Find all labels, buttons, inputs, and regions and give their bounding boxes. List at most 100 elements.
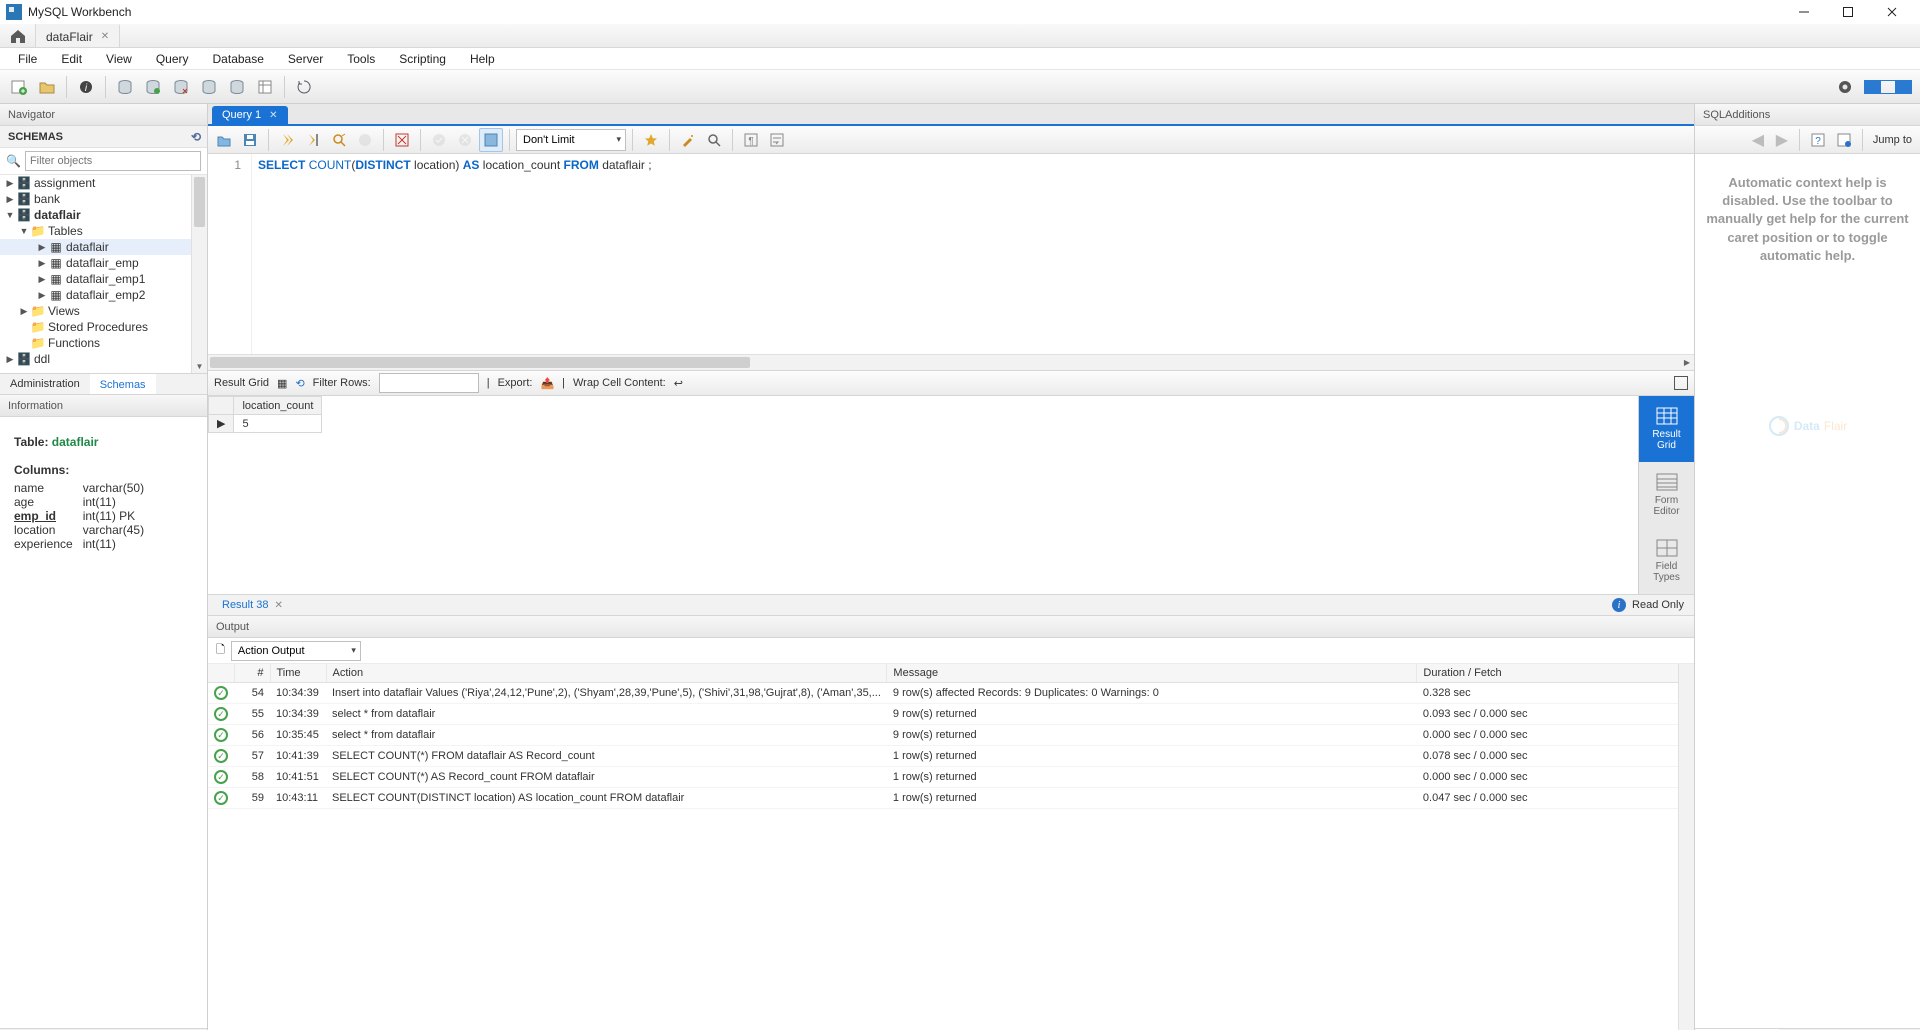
tree-views[interactable]: Views bbox=[46, 304, 80, 318]
grid-view-icon[interactable]: ▦ bbox=[277, 377, 287, 390]
toggle-limit-button[interactable] bbox=[479, 128, 503, 152]
tab-schemas[interactable]: Schemas bbox=[90, 374, 156, 394]
save-button[interactable] bbox=[238, 128, 262, 152]
menu-query[interactable]: Query bbox=[144, 49, 201, 69]
tree-t3[interactable]: dataflair_emp1 bbox=[64, 272, 145, 286]
toggle-invisible-button[interactable]: ¶ bbox=[739, 128, 763, 152]
result-tab-close[interactable]: ✕ bbox=[274, 600, 282, 611]
col-action[interactable]: Action bbox=[326, 664, 887, 683]
beautify-button[interactable] bbox=[676, 128, 700, 152]
menu-scripting[interactable]: Scripting bbox=[387, 49, 458, 69]
connection-tab[interactable]: dataFlair ✕ bbox=[36, 24, 120, 47]
cell-value[interactable]: 5 bbox=[234, 415, 322, 433]
favorite-button[interactable] bbox=[639, 128, 663, 152]
window-minimize-button[interactable] bbox=[1782, 0, 1826, 24]
form-editor-tab[interactable]: Form Editor bbox=[1639, 462, 1695, 528]
open-sql-file-button[interactable] bbox=[34, 74, 60, 100]
export-icon[interactable]: 📤 bbox=[540, 377, 554, 390]
query-tab[interactable]: Query 1✕ bbox=[212, 106, 288, 124]
row-selector[interactable]: ▶ bbox=[209, 415, 234, 433]
wrap-icon[interactable]: ↩ bbox=[674, 377, 683, 390]
result-tab[interactable]: Result 38✕ bbox=[214, 599, 291, 611]
output-scrollbar[interactable] bbox=[1678, 664, 1694, 1030]
window-maximize-button[interactable] bbox=[1826, 0, 1870, 24]
table-icon: ▦ bbox=[48, 256, 64, 270]
menu-database[interactable]: Database bbox=[201, 49, 276, 69]
tree-dataflair[interactable]: dataflair bbox=[32, 208, 81, 222]
menu-tools[interactable]: Tools bbox=[335, 49, 387, 69]
tree-sp[interactable]: Stored Procedures bbox=[46, 320, 148, 334]
explain-button[interactable] bbox=[327, 128, 351, 152]
result-grid-tab[interactable]: Result Grid bbox=[1639, 396, 1695, 462]
result-grid[interactable]: location_count ▶5 bbox=[208, 396, 1638, 594]
tree-t1[interactable]: dataflair bbox=[64, 240, 109, 254]
tree-fn[interactable]: Functions bbox=[46, 336, 100, 350]
db-icon-7-button[interactable] bbox=[291, 74, 317, 100]
filter-rows-input[interactable] bbox=[379, 373, 479, 393]
limit-dropdown[interactable]: Don't Limit bbox=[516, 129, 626, 151]
nav-back-icon[interactable]: ◀ bbox=[1747, 129, 1769, 151]
output-grid[interactable]: # Time Action Message Duration / Fetch ✓… bbox=[208, 664, 1694, 1030]
output-clear-icon[interactable]: 🗋 bbox=[216, 641, 225, 660]
menu-view[interactable]: View bbox=[94, 49, 144, 69]
tab-administration[interactable]: Administration bbox=[0, 374, 90, 394]
refresh-result-icon[interactable]: ⟲ bbox=[295, 377, 304, 390]
filter-objects-input[interactable] bbox=[25, 151, 201, 171]
col-num[interactable]: # bbox=[234, 664, 270, 683]
svg-text:?: ? bbox=[1815, 136, 1821, 147]
connection-tab-close[interactable]: ✕ bbox=[101, 31, 109, 42]
execute-button[interactable] bbox=[275, 128, 299, 152]
col-time[interactable]: Time bbox=[270, 664, 326, 683]
new-sql-tab-button[interactable] bbox=[6, 74, 32, 100]
tree-t2[interactable]: dataflair_emp bbox=[64, 256, 139, 270]
window-close-button[interactable] bbox=[1870, 0, 1914, 24]
editor-code[interactable]: SELECT COUNT(DISTINCT location) AS locat… bbox=[252, 154, 658, 354]
tree-ddl[interactable]: ddl bbox=[32, 352, 50, 366]
jump-to-label[interactable]: Jump to bbox=[1869, 134, 1916, 146]
help-icon-button[interactable]: ? bbox=[1806, 128, 1830, 152]
pane-toggle[interactable] bbox=[1864, 80, 1912, 94]
open-file-button[interactable] bbox=[212, 128, 236, 152]
sql-editor[interactable]: 1 SELECT COUNT(DISTINCT location) AS loc… bbox=[208, 154, 1694, 354]
tree-assignment[interactable]: assignment bbox=[32, 176, 95, 190]
rollback-button[interactable] bbox=[453, 128, 477, 152]
toggle-autocommit-button[interactable] bbox=[390, 128, 414, 152]
output-type-dropdown[interactable]: Action Output bbox=[231, 641, 361, 661]
db-icon-3-button[interactable] bbox=[168, 74, 194, 100]
find-button[interactable] bbox=[702, 128, 726, 152]
pane-left-icon bbox=[1864, 80, 1880, 94]
menu-server[interactable]: Server bbox=[276, 49, 335, 69]
home-button[interactable] bbox=[0, 24, 36, 47]
menu-edit[interactable]: Edit bbox=[49, 49, 94, 69]
info-table-name: dataflair bbox=[52, 435, 99, 449]
schema-tree[interactable]: ▶🗄️assignment ▶🗄️bank ▼🗄️dataflair ▼📁Tab… bbox=[0, 175, 207, 373]
db-icon-5-button[interactable] bbox=[224, 74, 250, 100]
pin-result-icon[interactable] bbox=[1674, 376, 1688, 390]
settings-button[interactable] bbox=[1832, 74, 1858, 100]
db-icon-4-button[interactable] bbox=[196, 74, 222, 100]
toggle-wrap-button[interactable] bbox=[765, 128, 789, 152]
field-types-tab[interactable]: Field Types bbox=[1639, 528, 1695, 594]
tree-bank[interactable]: bank bbox=[32, 192, 60, 206]
nav-fwd-icon[interactable]: ▶ bbox=[1771, 129, 1793, 151]
db-icon-6-button[interactable] bbox=[252, 74, 278, 100]
editor-hscrollbar[interactable]: ◀▶ bbox=[208, 354, 1694, 370]
col-location-count[interactable]: location_count bbox=[234, 397, 322, 415]
inspector-button[interactable]: i bbox=[73, 74, 99, 100]
db-icon-2-button[interactable] bbox=[140, 74, 166, 100]
tree-scrollbar[interactable]: ▲▼ bbox=[191, 175, 207, 373]
stop-button[interactable] bbox=[353, 128, 377, 152]
execute-current-button[interactable] bbox=[301, 128, 325, 152]
col-message[interactable]: Message bbox=[887, 664, 1417, 683]
navigator-title: Navigator bbox=[0, 104, 207, 126]
col-duration[interactable]: Duration / Fetch bbox=[1417, 664, 1694, 683]
tree-t4[interactable]: dataflair_emp2 bbox=[64, 288, 145, 302]
menu-help[interactable]: Help bbox=[458, 49, 507, 69]
commit-button[interactable] bbox=[427, 128, 451, 152]
auto-help-button[interactable] bbox=[1832, 128, 1856, 152]
menu-file[interactable]: File bbox=[6, 49, 49, 69]
query-tab-close[interactable]: ✕ bbox=[269, 110, 277, 121]
schemas-refresh-icon[interactable]: ⟲ bbox=[191, 130, 201, 144]
db-icon-1-button[interactable] bbox=[112, 74, 138, 100]
tree-tables[interactable]: Tables bbox=[46, 224, 83, 238]
